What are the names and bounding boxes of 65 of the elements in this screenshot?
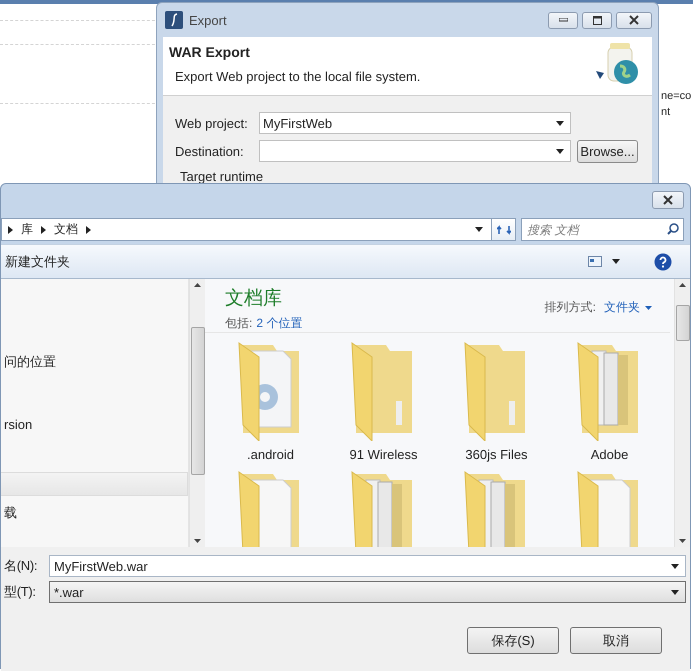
file-type-label: 型(T): [3,583,37,601]
refresh-icon [496,224,510,236]
cancel-button[interactable]: 取消 [570,627,662,654]
arrange-label: 排列方式: [544,299,596,316]
scroll-up-icon[interactable] [679,283,686,287]
file-name-field[interactable]: MyFirstWeb.war [49,555,686,577]
help-icon[interactable] [654,252,672,270]
breadcrumb-arrow-icon [86,226,91,234]
dropdown-caret-icon [556,120,564,126]
locations-link[interactable]: 2 个位置 [256,315,302,332]
library-title: 文档库 [225,287,283,311]
search-icon [667,223,679,235]
dropdown-caret-icon [475,227,483,232]
close-icon [629,15,639,25]
code-text: nt [661,106,672,118]
breadcrumb-item[interactable]: 库 [21,221,33,238]
close-icon [663,194,673,204]
dropdown-caret-icon [671,590,679,594]
folder-name[interactable]: .android [247,447,294,462]
maximize-button[interactable] [582,12,612,28]
scroll-down-icon[interactable] [679,539,686,543]
save-button[interactable]: 保存(S) [467,627,559,654]
search-field[interactable]: 搜索 文档 [521,218,684,241]
dropdown-caret-icon [556,148,564,154]
scroll-down-icon[interactable] [194,539,201,543]
new-folder-button[interactable]: 新建文件夹 [5,252,70,270]
window-title: Export [189,12,228,28]
project-combo[interactable]: MyFirstWeb [259,112,571,134]
close-button[interactable] [652,190,684,208]
dropdown-caret-icon [612,259,620,264]
code-text: ne=co [661,90,692,102]
field-label: Web project: [175,116,249,130]
folder-name[interactable]: 91 Wireless [350,447,418,462]
close-button[interactable] [616,12,652,28]
file-name-label: 名(N): [3,557,38,575]
scroll-thumb[interactable] [676,305,690,341]
breadcrumb-arrow-icon [41,226,46,234]
scrollbar[interactable] [189,279,205,547]
section-label: Target runtime [179,168,264,184]
view-icon[interactable] [588,256,602,267]
dropdown-caret-icon [645,306,652,310]
browse-button[interactable]: Browse... [577,140,638,162]
scroll-thumb[interactable] [190,327,204,475]
minimize-icon [558,18,568,22]
scroll-up-icon[interactable] [194,283,201,287]
nav-item[interactable]: 载 [1,504,17,522]
breadcrumb-arrow-icon [8,226,13,234]
dropdown-caret-icon [671,564,679,568]
address-bar[interactable]: 库 文档 [1,218,492,241]
file-type-dropdown[interactable]: *.war [49,581,686,603]
refresh-button[interactable] [491,218,516,241]
includes-label: 包括: [225,315,252,332]
folder-name[interactable]: 360js Files [465,447,528,462]
arrange-dropdown[interactable]: 文件夹 [604,299,652,316]
destination-combo[interactable] [259,140,571,162]
nav-item[interactable]: 问的位置 [1,353,56,371]
minimize-button[interactable] [548,12,578,28]
page-description: Export Web project to the local file system. [174,69,422,84]
breadcrumb-item[interactable]: 文档 [54,221,78,238]
folder-name[interactable]: Adobe [590,447,628,462]
maximize-icon [592,16,602,24]
scrollbar[interactable] [674,279,690,547]
field-label: Destination: [175,144,245,158]
page-heading: WAR Export [169,44,251,60]
nav-item[interactable]: rsion [1,417,32,435]
